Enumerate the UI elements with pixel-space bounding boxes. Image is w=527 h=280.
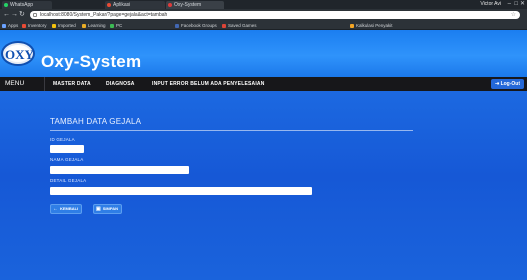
apps-icon (2, 23, 6, 28)
main-content: TAMBAH DATA GEJALA ID GEJALA NAMA GEJALA… (0, 91, 527, 280)
logout-label: Log-Out (500, 81, 520, 87)
back-button-label: KEMBALI (60, 206, 79, 211)
folder-icon (52, 23, 56, 28)
browser-tab-label: WhatsApp (10, 2, 34, 8)
bookmark-star-icon[interactable]: ☆ (511, 11, 516, 19)
facebook-icon (175, 23, 179, 28)
whatsapp-icon (4, 3, 8, 7)
site-icon (168, 3, 172, 7)
browser-tab-label: Aplikasi (113, 2, 131, 8)
bookmark-item[interactable]: Kalkulasi Penyakit (350, 22, 393, 29)
browser-tab[interactable]: Aplikasi (105, 1, 165, 9)
save-button[interactable]: ▣ SIMPAN (93, 204, 122, 214)
save-disk-icon: ▣ (96, 206, 101, 212)
browser-tab[interactable]: WhatsApp (2, 1, 52, 9)
maximize-icon[interactable]: □ (514, 0, 518, 8)
main-menu-bar: MENU MASTER DATA DIAGNOSA INPUT ERROR BE… (0, 77, 527, 91)
menu-item-diagnosa[interactable]: DIAGNOSA (106, 77, 135, 91)
detail-gejala-input[interactable] (50, 187, 312, 195)
brand-title[interactable]: Oxy-System (41, 52, 141, 72)
browser-tab-label: Oxy-System (174, 2, 202, 8)
folder-icon (350, 23, 354, 28)
logout-icon: ⇥ (494, 81, 500, 87)
bookmark-item[interactable]: Imported (52, 22, 76, 29)
logout-button[interactable]: ⇥ Log-Out (490, 79, 524, 89)
bookmark-item[interactable]: Apps (2, 22, 18, 29)
menu-item-master-data[interactable]: MASTER DATA (53, 77, 91, 91)
game-icon (222, 23, 226, 28)
nama-gejala-input[interactable] (50, 166, 189, 174)
bookmark-item[interactable]: Saved Games (222, 22, 257, 29)
info-icon (33, 13, 37, 17)
detail-gejala-label: DETAIL GEJALA (50, 178, 87, 183)
title-divider (50, 130, 413, 131)
arrow-left-icon: ← (53, 206, 58, 212)
folder-icon (110, 23, 114, 28)
menu-divider (44, 77, 45, 91)
page-title: TAMBAH DATA GEJALA (50, 117, 142, 126)
logo-text: OXY (5, 47, 34, 62)
back-arrow-icon[interactable]: ← (3, 11, 10, 19)
browser-tab-strip: WhatsApp Aplikasi Oxy-System Victor Avi … (0, 0, 527, 9)
forward-arrow-icon[interactable]: → (11, 11, 18, 19)
folder-icon (82, 23, 86, 28)
bookmark-item[interactable]: Facebook Groups (175, 22, 217, 29)
app-icon (107, 3, 111, 7)
address-bar[interactable]: localhost:8080/System_Pakar/?page=gejala… (30, 11, 520, 19)
bookmark-item[interactable]: PC (110, 22, 122, 29)
minimize-icon[interactable]: – (508, 0, 511, 8)
close-icon[interactable]: ✕ (520, 0, 525, 8)
browser-tab-active[interactable]: Oxy-System (166, 1, 224, 9)
browser-toolbar: ← → ↻ localhost:8080/System_Pakar/?page=… (0, 9, 527, 21)
menu-toggle[interactable]: MENU (5, 77, 24, 91)
menu-item-input-error[interactable]: INPUT ERROR BELUM ADA PENYELESAIAN (152, 77, 265, 91)
reload-icon[interactable]: ↻ (19, 11, 25, 19)
id-gejala-label: ID GEJALA (50, 137, 75, 142)
oxy-logo: OXY (3, 43, 34, 64)
folder-icon (22, 23, 26, 28)
nama-gejala-label: NAMA GEJALA (50, 157, 84, 162)
save-button-label: SIMPAN (102, 206, 118, 211)
bookmark-item[interactable]: Inventory (22, 22, 47, 29)
id-gejala-input[interactable] (50, 145, 84, 153)
bookmark-item[interactable]: Learning (82, 22, 106, 29)
window-user: Victor Avi (480, 1, 501, 7)
app-header: OXY Oxy-System (0, 30, 527, 77)
address-text: localhost:8080/System_Pakar/?page=gejala… (40, 12, 168, 18)
bookmarks-bar: Apps Inventory Imported Learning PC Face… (0, 21, 527, 30)
back-button[interactable]: ← KEMBALI (50, 204, 83, 214)
